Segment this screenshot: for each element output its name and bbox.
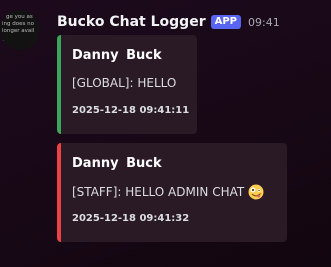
embed-accent-bar <box>57 35 61 134</box>
app-badge: APP <box>210 15 242 29</box>
chat-log-embed: Danny Buck [GLOBAL]: HELLO 2025-12-18 09… <box>57 35 197 134</box>
avatar-text-line: longer avail <box>2 28 35 34</box>
embed-timestamp: 2025-12-18 09:41:11 <box>72 105 190 116</box>
bot-avatar[interactable]: ge you as ing does no longer avail s <box>0 10 40 50</box>
avatar-text-line: ge you as <box>6 14 33 20</box>
avatar-text-line: s <box>1 39 4 45</box>
embed-description: [STAFF]: HELLO ADMIN CHAT <box>72 184 264 200</box>
avatar-text-line: ing does no <box>2 21 34 27</box>
message-header: Bucko Chat Logger APP 09:41 <box>57 12 280 32</box>
message-timestamp[interactable]: 09:41 <box>248 16 280 29</box>
embed-author: Danny Buck <box>72 48 162 63</box>
chat-log-embed: Danny Buck [STAFF]: HELLO ADMIN CHAT 202… <box>57 143 287 242</box>
embed-description: [GLOBAL]: HELLO <box>72 76 176 90</box>
zany-face-emoji-icon <box>248 184 264 200</box>
embed-accent-bar <box>57 143 61 242</box>
embed-description-text: [STAFF]: HELLO ADMIN CHAT <box>72 185 245 199</box>
embed-author: Danny Buck <box>72 156 162 171</box>
embed-timestamp: 2025-12-18 09:41:32 <box>72 213 190 224</box>
embed-description-text: [GLOBAL]: HELLO <box>72 76 177 90</box>
bot-username[interactable]: Bucko Chat Logger <box>57 14 206 30</box>
